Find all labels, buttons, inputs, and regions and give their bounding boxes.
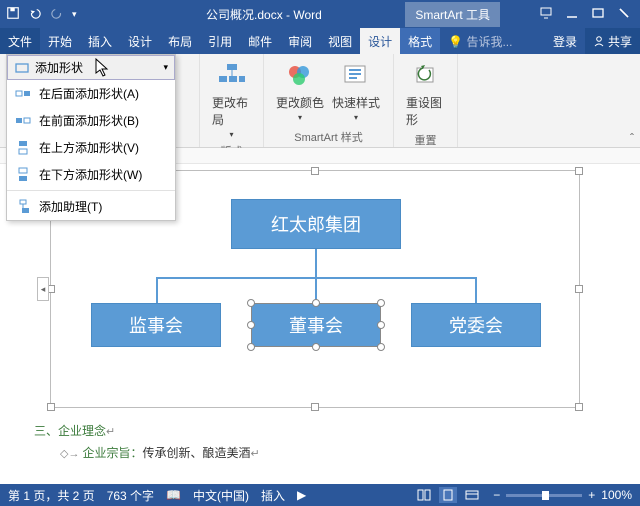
quick-style-icon <box>340 60 372 92</box>
zoom-level[interactable]: 100% <box>601 488 632 502</box>
status-words[interactable]: 763 个字 <box>107 487 154 504</box>
zoom-slider[interactable] <box>506 494 582 497</box>
node-handle[interactable] <box>247 321 255 329</box>
tab-design[interactable]: 设计 <box>120 28 160 54</box>
ribbon-group-reset: 重设图形 重置 <box>394 54 458 147</box>
status-page[interactable]: 第 1 页，共 2 页 <box>8 487 95 504</box>
node-handle[interactable] <box>377 299 385 307</box>
change-color-icon <box>284 60 316 92</box>
node-handle[interactable] <box>312 299 320 307</box>
quick-style-button[interactable]: 快速样式▾ <box>328 58 384 124</box>
maximize-icon[interactable] <box>592 7 604 22</box>
window-controls <box>530 7 640 22</box>
quick-access-toolbar: ▾ <box>0 6 83 23</box>
redo-icon[interactable] <box>50 6 64 23</box>
tab-mailings[interactable]: 邮件 <box>240 28 280 54</box>
add-assistant-icon <box>15 199 31 215</box>
zoom-control: − + 100% <box>493 488 632 502</box>
tell-me[interactable]: 💡 告诉我... <box>440 33 520 50</box>
zoom-out-button[interactable]: − <box>493 488 500 502</box>
text-pane-toggle[interactable]: ◂ <box>37 277 49 301</box>
tab-file[interactable]: 文件 <box>0 28 40 54</box>
print-layout-icon[interactable] <box>439 487 457 503</box>
add-shape-icon <box>14 60 30 76</box>
ribbon-group-styles: 更改颜色▾ 快速样式▾ SmartArt 样式 <box>264 54 394 147</box>
section-body: ◇→ 企业宗旨：传承创新、酿造美酒↵ <box>60 444 260 461</box>
add-shape-dropdown: 添加形状 ▾ 在后面添加形状(A) 在前面添加形状(B) 在上方添加形状(V) … <box>6 54 176 221</box>
tab-view[interactable]: 视图 <box>320 28 360 54</box>
add-assistant[interactable]: 添加助理(T) <box>7 193 175 220</box>
add-shape-header[interactable]: 添加形状 ▾ <box>7 55 175 80</box>
title-bar: ▾ 公司概况.docx - Word SmartArt 工具 <box>0 0 640 28</box>
login-button[interactable]: 登录 <box>545 33 585 50</box>
window-title: 公司概况.docx - Word <box>83 6 406 23</box>
web-layout-icon[interactable] <box>463 487 481 503</box>
add-shape-before[interactable]: 在前面添加形状(B) <box>7 107 175 134</box>
add-after-icon <box>15 86 31 102</box>
read-mode-icon[interactable] <box>415 487 433 503</box>
change-layout-button[interactable]: 更改布局▾ <box>208 58 255 141</box>
status-proofing-icon[interactable]: 📖 <box>166 488 181 502</box>
chevron-down-icon: ▾ <box>163 62 168 73</box>
node-handle[interactable] <box>247 343 255 351</box>
tab-smartart-format[interactable]: 格式 <box>400 28 440 54</box>
tab-smartart-design[interactable]: 设计 <box>360 28 400 54</box>
org-node-child[interactable]: 监事会 <box>91 303 221 347</box>
add-shape-after[interactable]: 在后面添加形状(A) <box>7 80 175 107</box>
qat-more-icon[interactable]: ▾ <box>72 9 77 20</box>
add-shape-below[interactable]: 在下方添加形状(W) <box>7 161 175 188</box>
status-macro-icon[interactable]: ▶ <box>297 488 306 502</box>
reset-icon <box>410 60 442 92</box>
tab-review[interactable]: 审阅 <box>280 28 320 54</box>
change-color-button[interactable]: 更改颜色▾ <box>272 58 328 124</box>
view-buttons <box>415 487 481 503</box>
reset-button[interactable]: 重设图形 <box>402 58 449 130</box>
org-node-root[interactable]: 红太郎集团 <box>231 199 401 249</box>
close-icon[interactable] <box>618 7 630 22</box>
share-button[interactable]: 共享 <box>585 28 640 54</box>
collapse-ribbon-icon[interactable]: ˆ <box>630 131 634 145</box>
org-node-child-selected[interactable]: 董事会 <box>251 303 381 347</box>
add-shape-above[interactable]: 在上方添加形状(V) <box>7 134 175 161</box>
connector <box>475 277 477 303</box>
ribbon-group-layout: 更改布局▾ 版式 <box>200 54 264 147</box>
context-tab-label: SmartArt 工具 <box>405 2 500 27</box>
node-handle[interactable] <box>312 343 320 351</box>
ribbon-options-icon[interactable] <box>540 7 552 22</box>
node-handle[interactable] <box>377 343 385 351</box>
status-language[interactable]: 中文(中国) <box>193 487 249 504</box>
undo-icon[interactable] <box>28 6 42 23</box>
menu-bar: 文件 开始 插入 设计 布局 引用 邮件 审阅 视图 设计 格式 💡 告诉我..… <box>0 28 640 54</box>
save-icon[interactable] <box>6 6 20 23</box>
status-mode[interactable]: 插入 <box>261 487 285 504</box>
node-handle[interactable] <box>377 321 385 329</box>
node-handle[interactable] <box>247 299 255 307</box>
section-heading: 三、企业理念↵ <box>34 422 115 440</box>
add-below-icon <box>15 167 31 183</box>
status-bar: 第 1 页，共 2 页 763 个字 📖 中文(中国) 插入 ▶ − + 100… <box>0 484 640 506</box>
mouse-cursor <box>95 58 111 78</box>
minimize-icon[interactable] <box>566 7 578 22</box>
change-layout-icon <box>216 60 248 92</box>
tab-references[interactable]: 引用 <box>200 28 240 54</box>
connector <box>156 277 158 303</box>
zoom-in-button[interactable]: + <box>588 488 595 502</box>
add-before-icon <box>15 113 31 129</box>
add-above-icon <box>15 140 31 156</box>
tab-insert[interactable]: 插入 <box>80 28 120 54</box>
connector <box>315 249 317 279</box>
tab-layout[interactable]: 布局 <box>160 28 200 54</box>
tab-home[interactable]: 开始 <box>40 28 80 54</box>
org-node-child[interactable]: 党委会 <box>411 303 541 347</box>
